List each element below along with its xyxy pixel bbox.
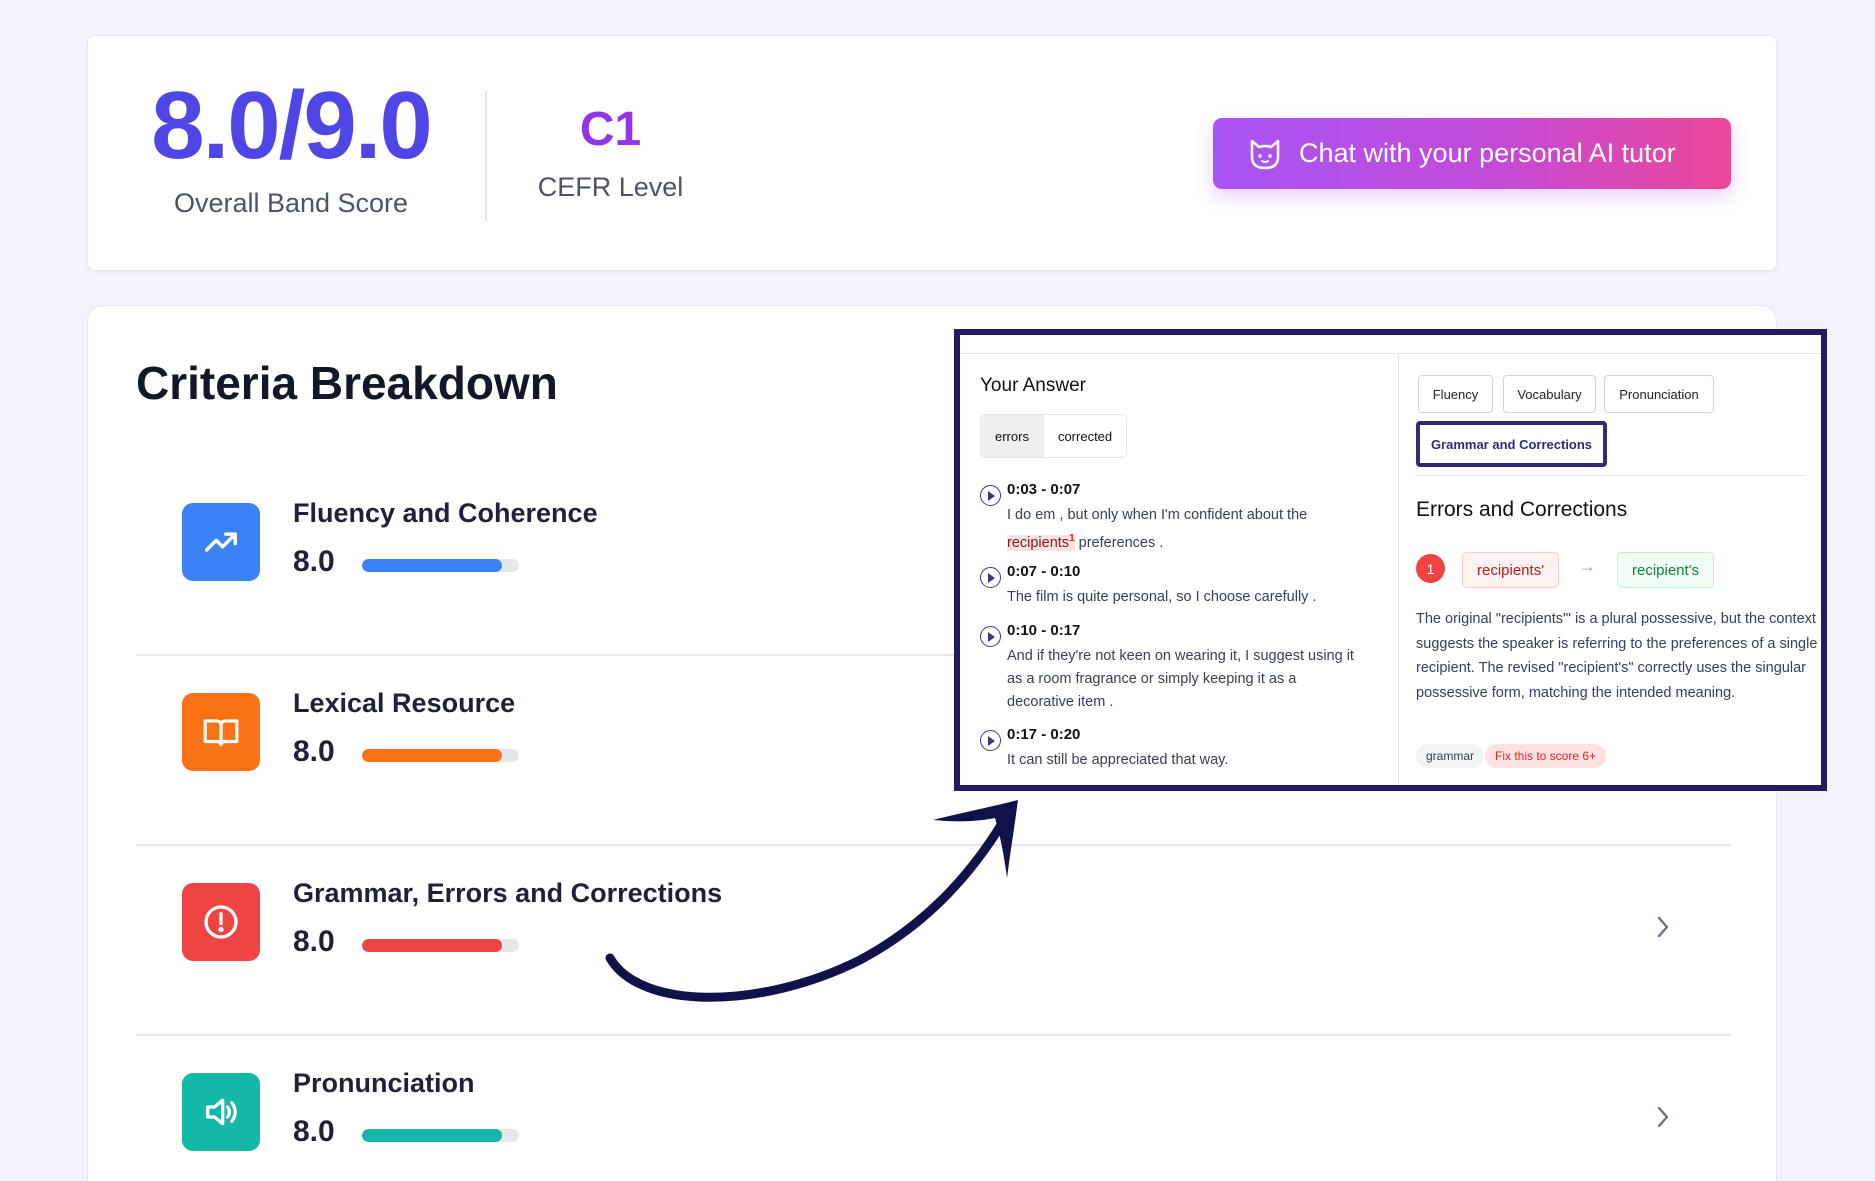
score-divider — [485, 91, 487, 221]
criteria-icon-box — [182, 503, 260, 581]
tab-grammar-corrections[interactable]: Grammar and Corrections — [1416, 421, 1607, 467]
criteria-progress-fill — [362, 939, 502, 952]
criteria-name: Grammar, Errors and Corrections — [293, 878, 723, 908]
criteria-progress-bar — [362, 939, 519, 952]
cat-icon — [1250, 139, 1280, 169]
criteria-row-pronunciation[interactable]: Pronunciation 8.0 — [136, 1036, 1731, 1181]
criteria-icon-box — [182, 883, 260, 961]
segment-text: It can still be appreciated that way. — [1007, 752, 1229, 768]
original-text-chip: recipients' — [1462, 552, 1560, 588]
criteria-name: Fluency and Coherence — [293, 498, 598, 528]
your-answer-title: Your Answer — [980, 375, 1086, 396]
band-score-value: 8.0/9.0 — [151, 72, 433, 179]
band-score-block: 8.0/9.0 Overall Band Score — [136, 78, 446, 219]
criteria-row-grammar[interactable]: Grammar, Errors and Corrections 8.0 — [136, 846, 1731, 1036]
chat-ai-tutor-label: Chat with your personal AI tutor — [1299, 138, 1676, 168]
zoomed-answer-panel: Your Answer errors corrected 0:03 - 0:07… — [954, 329, 1827, 791]
chat-ai-tutor-button[interactable]: Chat with your personal AI tutor — [1213, 118, 1731, 189]
trending-up-icon — [205, 532, 237, 552]
errors-corrected-toggle[interactable]: errors corrected — [980, 414, 1128, 458]
play-icon[interactable] — [980, 485, 1001, 506]
band-score-label: Overall Band Score — [173, 188, 409, 218]
criteria-progress-fill — [362, 1129, 502, 1142]
play-icon[interactable] — [980, 626, 1001, 647]
criteria-name: Pronunciation — [293, 1068, 475, 1098]
score-tip-tag: Fix this to score 6+ — [1485, 744, 1607, 768]
criteria-icon-box — [182, 693, 260, 771]
your-answer-section: Your Answer errors corrected 0:03 - 0:07… — [960, 353, 1399, 785]
criteria-progress-bar — [362, 559, 519, 572]
category-tag: grammar — [1416, 744, 1485, 768]
alert-circle-icon — [204, 905, 238, 939]
toggle-corrected[interactable]: corrected — [1042, 415, 1127, 457]
criteria-score: 8.0 — [293, 1115, 335, 1148]
cefr-level-label: CEFR Level — [537, 172, 684, 202]
segment-text: And if they're not keen on wearing it, I… — [1007, 648, 1354, 710]
overall-score-card: 8.0/9.0 Overall Band Score C1 CEFR Level… — [87, 35, 1777, 271]
cefr-block: C1 CEFR Level — [528, 106, 693, 203]
arrow-right-icon: → — [1578, 556, 1596, 576]
play-icon[interactable] — [980, 567, 1001, 588]
segment-text: The film is quite personal, so I choose … — [1007, 589, 1317, 605]
chevron-right-icon[interactable] — [1651, 912, 1675, 942]
error-number-badge: 1 — [1416, 554, 1445, 583]
toggle-errors[interactable]: errors — [981, 415, 1043, 457]
segment-time: 0:17 - 0:20 — [1007, 726, 1081, 743]
criteria-progress-fill — [362, 559, 502, 572]
segment-time: 0:10 - 0:17 — [1007, 622, 1081, 639]
panel-divider — [1416, 475, 1805, 476]
corrected-text-chip: recipient's — [1617, 552, 1715, 588]
tab-vocabulary[interactable]: Vocabulary — [1503, 375, 1596, 413]
error-highlight[interactable]: recipients1 — [1007, 533, 1075, 551]
cefr-level-value: C1 — [579, 103, 642, 156]
criteria-icon-box — [182, 1073, 260, 1151]
segment-time: 0:03 - 0:07 — [1007, 481, 1081, 498]
volume-icon — [206, 1098, 237, 1126]
play-icon[interactable] — [980, 730, 1001, 751]
criteria-name: Lexical Resource — [293, 688, 516, 718]
segment-time: 0:07 - 0:10 — [1007, 563, 1081, 580]
chevron-right-icon[interactable] — [1651, 1102, 1675, 1132]
tab-fluency[interactable]: Fluency — [1418, 375, 1493, 413]
errors-corrections-title: Errors and Corrections — [1416, 498, 1628, 521]
criteria-score: 8.0 — [293, 545, 335, 578]
criteria-score: 8.0 — [293, 925, 335, 958]
book-open-icon — [203, 719, 239, 747]
criteria-progress-bar — [362, 749, 519, 762]
criteria-title: Criteria Breakdown — [136, 357, 558, 409]
correction-explanation: The original "recipients'" is a plural p… — [1416, 611, 1818, 701]
criteria-progress-bar — [362, 1129, 519, 1142]
criteria-score: 8.0 — [293, 735, 335, 768]
tab-pronunciation[interactable]: Pronunciation — [1604, 375, 1714, 413]
segment-text: I do em , but only when I'm confident ab… — [1007, 507, 1308, 551]
corrections-panel: Fluency Vocabulary Pronunciation Grammar… — [1400, 353, 1821, 785]
criteria-progress-fill — [362, 749, 502, 762]
